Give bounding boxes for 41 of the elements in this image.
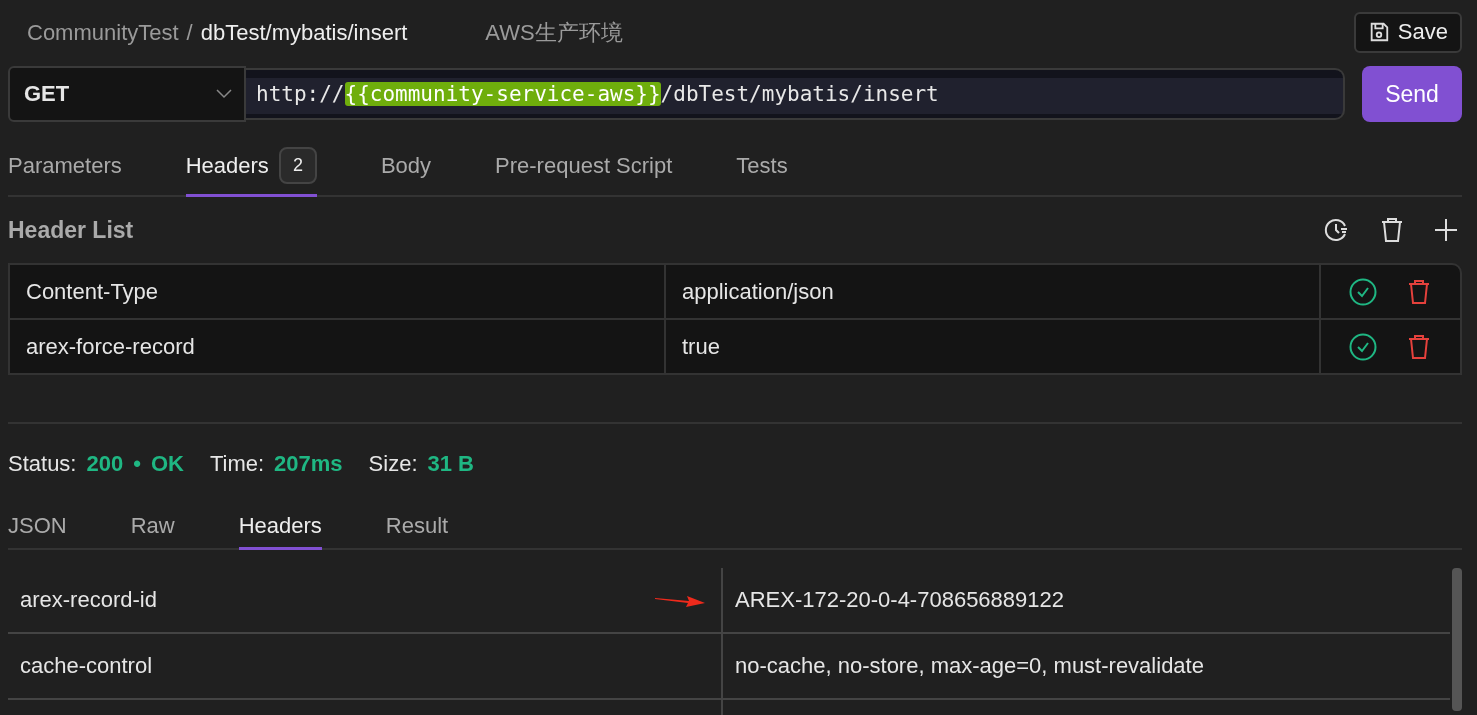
response-tab[interactable]: Raw xyxy=(130,504,175,550)
check-circle-icon[interactable] xyxy=(1349,332,1377,361)
chevron-down-icon xyxy=(216,89,232,99)
header-name-cell: cache-control xyxy=(20,653,153,679)
header-value-cell-text: no-cache, no-store, max-age=0, must-revalidate xyxy=(734,652,1205,680)
request-title: dbTest/mybatis/insert xyxy=(200,20,408,46)
status-label: Status: xyxy=(8,451,77,477)
count-badge: 2 xyxy=(278,147,317,184)
section-title: Header List xyxy=(8,216,134,244)
url-field[interactable]: http://{{community-service-aws}}/dbTest/mybatis/insert xyxy=(246,68,1345,120)
breadcrumb-separator: / xyxy=(186,20,193,46)
header-key-cell[interactable]: Content-Type xyxy=(10,265,666,318)
send-button[interactable]: Send xyxy=(1362,66,1462,122)
status-value: OK xyxy=(150,451,184,477)
history-icon[interactable] xyxy=(1324,217,1350,243)
request-tab[interactable]: Headers 2 xyxy=(185,137,317,197)
scrollbar[interactable] xyxy=(1452,568,1462,711)
status-value: 200 xyxy=(86,451,124,477)
status-label: Time: xyxy=(209,451,265,477)
header-key-cell[interactable]: arex-force-record xyxy=(10,320,666,373)
header-value-cell[interactable]: application/json xyxy=(666,265,1321,318)
request-tab[interactable]: Pre-request Script xyxy=(495,137,673,197)
header-value-cell[interactable]: true xyxy=(666,320,1321,373)
plus-icon[interactable] xyxy=(1434,218,1458,242)
request-tab[interactable]: Tests xyxy=(736,137,788,197)
status-value: 31 B xyxy=(427,451,474,477)
status-value: • xyxy=(133,451,141,477)
header-name-cell: arex-record-id xyxy=(20,587,157,613)
status-label: Size: xyxy=(368,451,418,477)
method-select[interactable]: GET xyxy=(8,66,246,122)
request-tab[interactable]: Parameters xyxy=(8,137,122,197)
breadcrumb-parent[interactable]: CommunityTest xyxy=(27,20,179,46)
save-button[interactable]: Save xyxy=(1353,11,1462,53)
environment-label[interactable]: AWS生产环境 xyxy=(485,18,623,48)
header-value-cell-text: AREX-172-20-0-4-708656889122 xyxy=(734,586,1065,614)
check-circle-icon[interactable] xyxy=(1349,277,1377,306)
response-tab[interactable]: Headers xyxy=(238,504,322,550)
request-tab[interactable]: Body xyxy=(380,137,432,197)
status-value: 207ms xyxy=(274,451,343,477)
response-tab[interactable]: Result xyxy=(385,504,449,550)
response-tab[interactable]: JSON xyxy=(8,504,67,550)
